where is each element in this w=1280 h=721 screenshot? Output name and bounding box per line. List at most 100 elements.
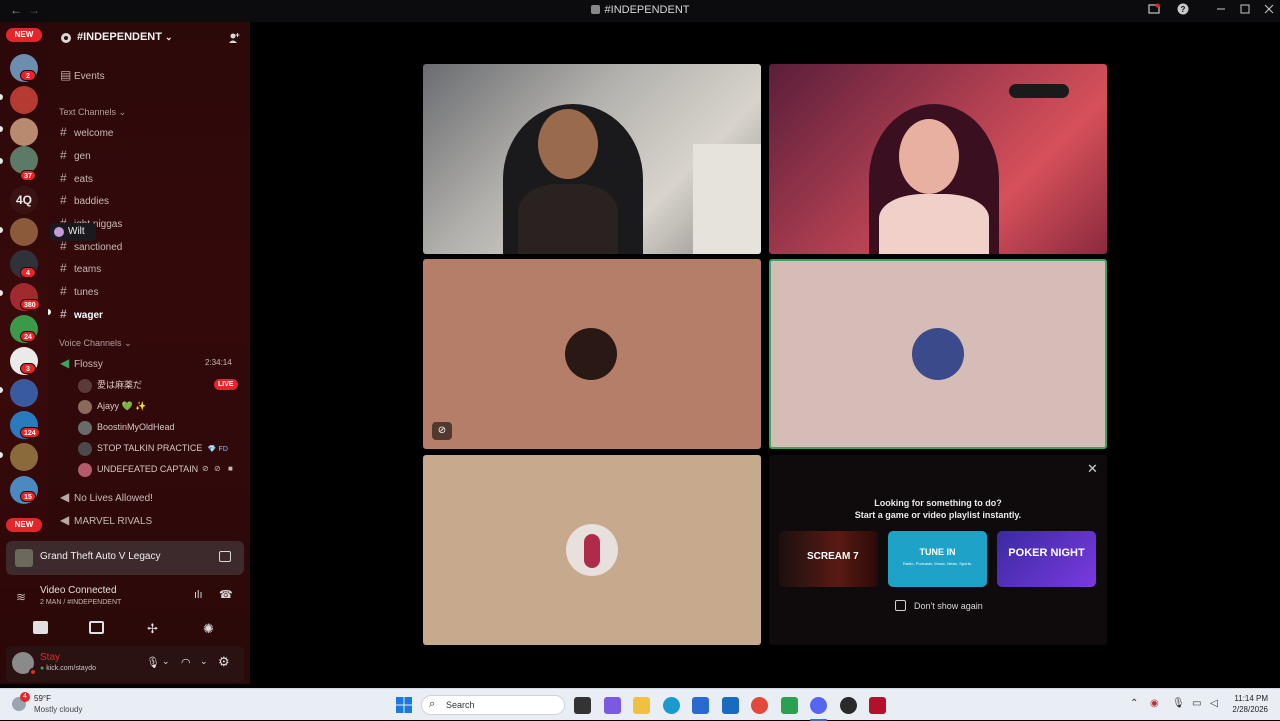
soundboard-icon[interactable]: ✺	[203, 621, 214, 637]
video-tile-3[interactable]: ⊘	[423, 259, 761, 449]
stream-game-icon[interactable]	[219, 551, 231, 562]
inbox-icon[interactable]	[1148, 3, 1160, 18]
new-badge-bottom: NEW	[6, 518, 42, 532]
events-item[interactable]: ▤ Events	[60, 68, 105, 82]
help-icon[interactable]: ?	[1177, 3, 1189, 18]
channel-label: eats	[74, 174, 93, 185]
voice-user-name: UNDEFEATED CAPTAIN	[97, 464, 199, 474]
taskbar-time[interactable]: 11:14 PM	[1232, 694, 1268, 703]
channel-sanctioned[interactable]: # sanctioned	[60, 239, 122, 253]
close-icon[interactable]: ✕	[1087, 461, 1098, 477]
dont-show-checkbox[interactable]	[895, 600, 906, 611]
speaker-icon: ◀	[60, 356, 70, 370]
server-badge: 37	[20, 170, 36, 181]
microphone-icon[interactable]: 🎙	[146, 656, 160, 669]
volume-icon[interactable]: ◁	[1210, 698, 1218, 709]
video-tile-5[interactable]	[423, 455, 761, 645]
video-tile-4-speaking[interactable]	[769, 259, 1107, 449]
voice-channel-flossy[interactable]: ◀ Flossy	[60, 356, 103, 370]
server-name-header[interactable]: #INDEPENDENT ⌄	[77, 31, 173, 43]
person-face	[538, 109, 598, 179]
close-icon[interactable]	[1264, 3, 1274, 17]
disconnect-icon[interactable]: ☎	[219, 588, 233, 601]
card-title: POKER NIGHT	[1008, 547, 1085, 559]
connection-channel[interactable]: 2 MAN / #INDEPENDENT	[40, 599, 121, 606]
voice-channel-marvel[interactable]: ◀ MARVEL RIVALS	[60, 513, 152, 527]
voice-user-name: BoostinMyOldHead	[97, 422, 175, 432]
hash-icon: #	[60, 125, 67, 139]
channel-baddies[interactable]: # baddies	[60, 193, 109, 207]
server-icon-10[interactable]	[10, 379, 38, 407]
chevron-down-icon[interactable]: ⌄	[200, 656, 208, 667]
maximize-icon[interactable]	[1240, 3, 1250, 17]
game-activity-bar[interactable]: Grand Theft Auto V Legacy	[6, 541, 244, 575]
server-icon-2[interactable]	[10, 86, 38, 114]
text-channels-category[interactable]: Text Channels ⌄	[59, 107, 126, 118]
add-member-icon[interactable]	[228, 31, 240, 43]
server-icon-12[interactable]	[10, 443, 38, 471]
voice-user-row[interactable]: Ajayy 💚 ✨	[78, 399, 146, 414]
display-icon[interactable]: ▭	[1192, 698, 1201, 709]
person-face	[899, 119, 959, 194]
store-icon[interactable]	[692, 697, 709, 714]
headphones-icon[interactable]: ◠	[181, 656, 191, 669]
chevron-up-icon[interactable]: ⌃	[1130, 698, 1138, 709]
screen-share-icon[interactable]	[89, 621, 104, 634]
chevron-down-icon[interactable]: ⌄	[162, 656, 170, 667]
video-tile-1[interactable]	[423, 64, 761, 254]
avatar	[78, 399, 92, 414]
tray-app-icon[interactable]: ◉	[1150, 698, 1159, 709]
voice-channel-no-lives[interactable]: ◀ No Lives Allowed!	[60, 490, 153, 504]
file-explorer-icon[interactable]	[633, 697, 650, 714]
channel-wager[interactable]: # wager	[60, 307, 103, 321]
gamepass-icon[interactable]	[781, 697, 798, 714]
channel-welcome[interactable]: # welcome	[60, 125, 113, 139]
taskbar-search[interactable]: ⌕ Search	[421, 695, 565, 715]
taskbar-date[interactable]: 2/28/2026	[1228, 705, 1268, 714]
voice-category-label: Voice Channels	[59, 338, 122, 348]
microphone-tray-icon[interactable]: 🎙	[1172, 698, 1185, 709]
channel-gen[interactable]: # gen	[60, 148, 91, 162]
user-status-text: kick.com/staydo	[46, 665, 96, 672]
discord-icon[interactable]	[810, 697, 827, 714]
username[interactable]: Stay	[40, 652, 60, 663]
activity-card-scream[interactable]: SCREAM 7	[779, 531, 878, 587]
camera-off-icon[interactable]	[33, 621, 48, 634]
voice-channels-category[interactable]: Voice Channels ⌄	[59, 338, 132, 349]
server-icon-5[interactable]	[10, 218, 38, 246]
voice-user-row[interactable]: UNDEFEATED CAPTAIN	[78, 462, 199, 477]
chevron-down-icon: ⌄	[124, 338, 132, 348]
noise-suppression-icon[interactable]: ılı	[194, 589, 203, 601]
dont-show-label[interactable]: Don't show again	[914, 601, 983, 611]
person-body	[518, 184, 618, 254]
edge-icon[interactable]	[663, 697, 680, 714]
adobe-icon[interactable]	[869, 697, 886, 714]
unread-pill	[0, 227, 3, 233]
server-icon-3[interactable]	[10, 118, 38, 146]
deafened-icon: ⊘	[214, 464, 221, 473]
outlook-icon[interactable]	[722, 697, 739, 714]
svg-text:?: ?	[1181, 5, 1186, 14]
server-icon-4q[interactable]: 4Q	[10, 186, 38, 214]
channel-tunes[interactable]: # tunes	[60, 284, 98, 298]
copilot-icon[interactable]	[604, 697, 621, 714]
activity-card-tunein[interactable]: TUNE IN Radio, Podcasts, Music, News, Sp…	[888, 531, 987, 587]
activity-card-poker[interactable]: POKER NIGHT	[997, 531, 1096, 587]
settings-gear-icon[interactable]: ⚙	[218, 654, 230, 670]
obs-icon[interactable]	[840, 697, 857, 714]
voice-user-row[interactable]: BoostinMyOldHead	[78, 420, 175, 435]
video-tile-2[interactable]	[769, 64, 1107, 254]
activities-icon[interactable]: ✢	[147, 621, 158, 637]
windows-start-icon[interactable]	[396, 697, 412, 713]
title-bar: ← → #INDEPENDENT ?	[0, 0, 1280, 22]
task-view-icon[interactable]	[574, 697, 591, 714]
channel-eats[interactable]: # eats	[60, 171, 93, 185]
voice-user-name: 愛は麻薬だ	[97, 380, 143, 390]
activity-title: Looking for something to do?	[874, 498, 1002, 508]
connection-status[interactable]: Video Connected	[40, 585, 117, 596]
voice-user-row[interactable]: 愛は麻薬だ	[78, 378, 143, 393]
chrome-icon[interactable]	[751, 697, 768, 714]
voice-user-row[interactable]: STOP TALKIN PRACTICE 💎 FD	[78, 441, 228, 456]
channel-teams[interactable]: # teams	[60, 261, 101, 275]
minimize-icon[interactable]	[1216, 3, 1226, 17]
